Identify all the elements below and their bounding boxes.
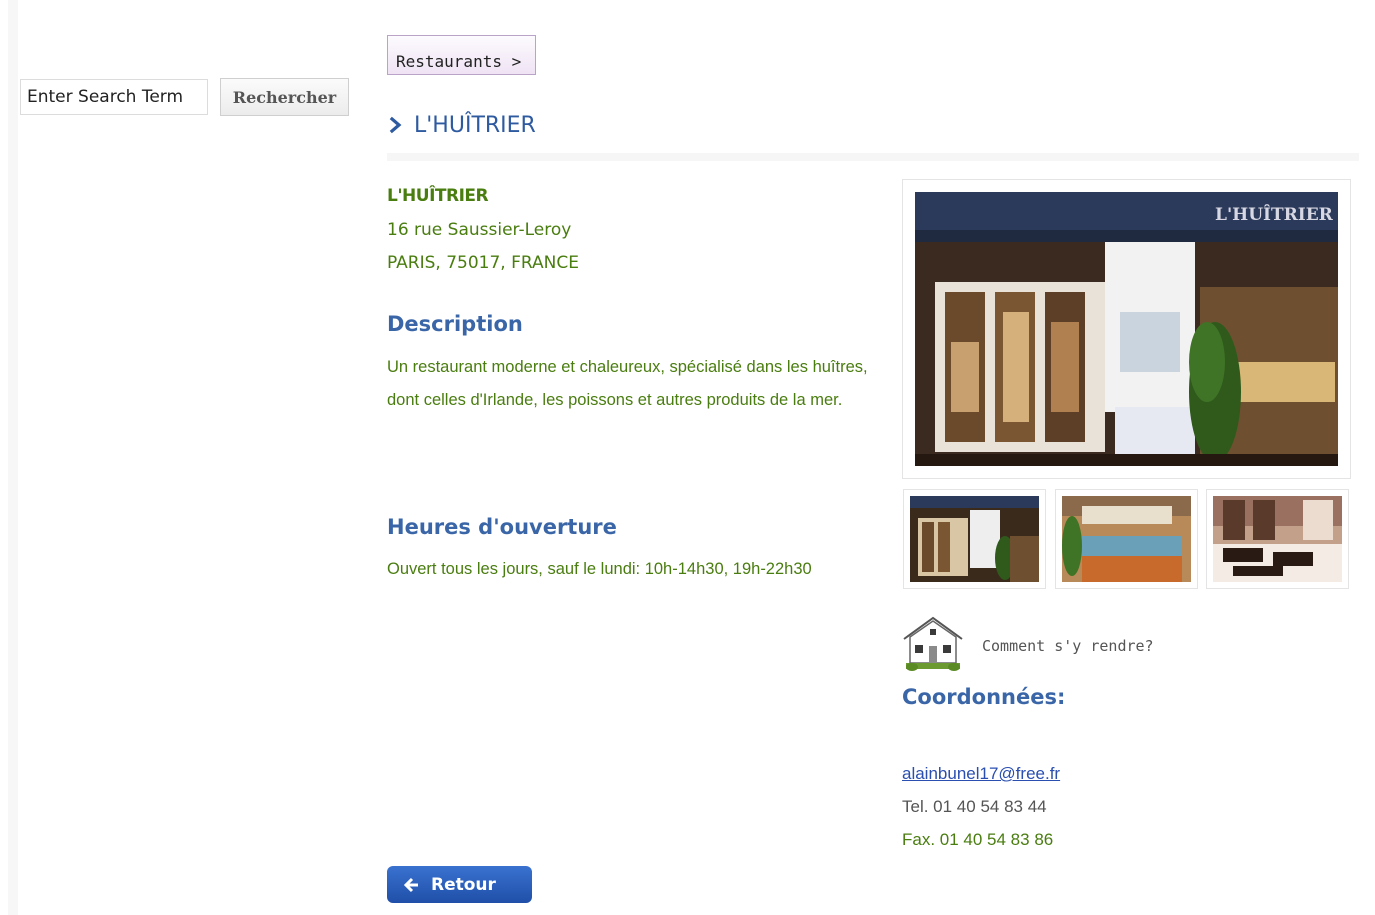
fax-number: Fax. 01 40 54 83 86 — [902, 830, 1054, 849]
thumbnail-facade-image — [910, 496, 1039, 582]
back-button-label: Retour — [431, 874, 496, 895]
gallery-thumbnail-3[interactable] — [1206, 489, 1349, 589]
title-divider — [387, 153, 1359, 161]
thumbnail-dining-room-image — [1213, 496, 1342, 582]
page-title: L'HUÎTRIER — [388, 110, 536, 140]
thumbnail-bar-image — [1062, 496, 1191, 582]
email-link[interactable]: alainbunel17@free.fr — [902, 764, 1060, 784]
page-title-text: L'HUÎTRIER — [414, 112, 536, 138]
description-heading: Description — [387, 312, 523, 336]
contact-heading: Coordonnées: — [902, 685, 1066, 709]
gallery-thumbnail-1[interactable] — [903, 489, 1046, 589]
back-button[interactable]: Retour — [387, 866, 532, 903]
search-input[interactable] — [20, 79, 208, 115]
directions-label: Comment s'y rendre? — [982, 637, 1154, 655]
directions-link[interactable]: Comment s'y rendre? — [902, 615, 1202, 673]
arrow-left-icon — [403, 877, 418, 892]
main-photo: L'HUÎTRIER — [902, 179, 1351, 479]
breadcrumb-restaurants[interactable]: Restaurants > — [387, 35, 536, 75]
restaurant-street: 16 rue Saussier-Leroy — [387, 220, 572, 240]
restaurant-name: L'HUÎTRIER — [387, 186, 489, 206]
restaurant-facade-photo: L'HUÎTRIER — [915, 192, 1338, 466]
description-text: Un restaurant moderne et chaleureux, spé… — [387, 358, 868, 409]
search-button[interactable]: Rechercher — [220, 78, 349, 116]
house-icon — [903, 616, 963, 671]
left-rule — [8, 0, 18, 915]
gallery-thumbnail-2[interactable] — [1055, 489, 1198, 589]
hours-text: Ouvert tous les jours, sauf le lundi: 10… — [387, 560, 812, 578]
restaurant-city: PARIS, 75017, FRANCE — [387, 253, 579, 273]
page: Rechercher Restaurants > L'HUÎTRIER L'HU… — [0, 0, 1375, 915]
phone-number: Tel. 01 40 54 83 44 — [902, 797, 1047, 816]
chevron-right-icon — [389, 116, 402, 134]
facade-sign-text: L'HUÎTRIER — [1215, 204, 1334, 225]
hours-heading: Heures d'ouverture — [387, 515, 617, 539]
